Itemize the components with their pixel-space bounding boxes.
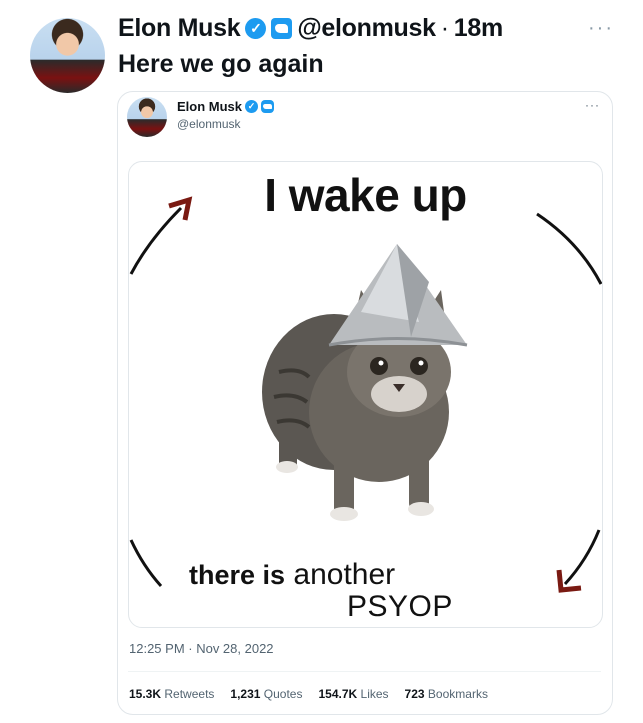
- meme-caption-there-is: there is: [189, 560, 286, 590]
- quoted-author-handle[interactable]: @elonmusk: [177, 117, 241, 131]
- verified-badge-icon: ✓: [245, 100, 259, 113]
- arc-bottom-left: [129, 539, 163, 588]
- stat-value: 15.3K: [129, 687, 162, 701]
- quoted-more-options-icon[interactable]: ···: [585, 98, 600, 112]
- arc-top-right: [536, 212, 602, 285]
- quoted-tweet-header: Elon Musk ✓: [177, 99, 275, 114]
- quoted-author-name[interactable]: Elon Musk: [177, 99, 242, 114]
- author-name[interactable]: Elon Musk: [118, 14, 241, 43]
- author-handle[interactable]: @elonmusk: [297, 14, 436, 43]
- stat-bookmarks[interactable]: 723 Bookmarks: [405, 687, 488, 701]
- tweet-time[interactable]: 18m: [454, 14, 503, 43]
- stat-retweets[interactable]: 15.3K Retweets: [129, 687, 214, 701]
- meme-image[interactable]: I wake up there is another PSYOP: [128, 161, 603, 628]
- stat-label: Quotes: [263, 687, 303, 701]
- separator-dot: ·: [440, 14, 449, 42]
- stat-value: 1,231: [230, 687, 261, 701]
- twitter-bird-badge-icon: [261, 100, 275, 113]
- quoted-author-avatar[interactable]: [127, 97, 167, 137]
- meme-bottom-caption-line-1: there is another: [189, 558, 395, 592]
- stat-value: 723: [404, 687, 425, 701]
- meme-top-caption: I wake up: [264, 169, 467, 221]
- author-avatar[interactable]: [30, 18, 105, 93]
- stats-divider: [128, 671, 601, 672]
- twitter-bird-badge-icon: [271, 18, 293, 39]
- stat-likes[interactable]: 154.7K Likes: [318, 687, 388, 701]
- more-options-icon[interactable]: ···: [588, 17, 614, 40]
- stat-label: Bookmarks: [427, 687, 488, 701]
- tweet-text: Here we go again: [118, 50, 324, 78]
- verified-badge-icon: ✓: [245, 18, 267, 39]
- engagement-stats: 15.3K Retweets 1,231 Quotes 154.7K Likes…: [129, 687, 488, 701]
- stat-label: Likes: [360, 687, 389, 701]
- stat-label: Retweets: [164, 687, 215, 701]
- cat-illustration: [262, 244, 468, 521]
- stat-quotes[interactable]: 1,231 Quotes: [230, 687, 302, 701]
- quoted-timestamp[interactable]: 12:25 PM · Nov 28, 2022: [129, 641, 274, 656]
- meme-bottom-caption-line-2: PSYOP: [347, 590, 453, 623]
- stat-value: 154.7K: [318, 687, 358, 701]
- meme-caption-another: another: [293, 558, 396, 591]
- arc-bottom-right: [563, 529, 601, 586]
- tweet-header: Elon Musk ✓ @elonmusk · 18m: [118, 14, 503, 43]
